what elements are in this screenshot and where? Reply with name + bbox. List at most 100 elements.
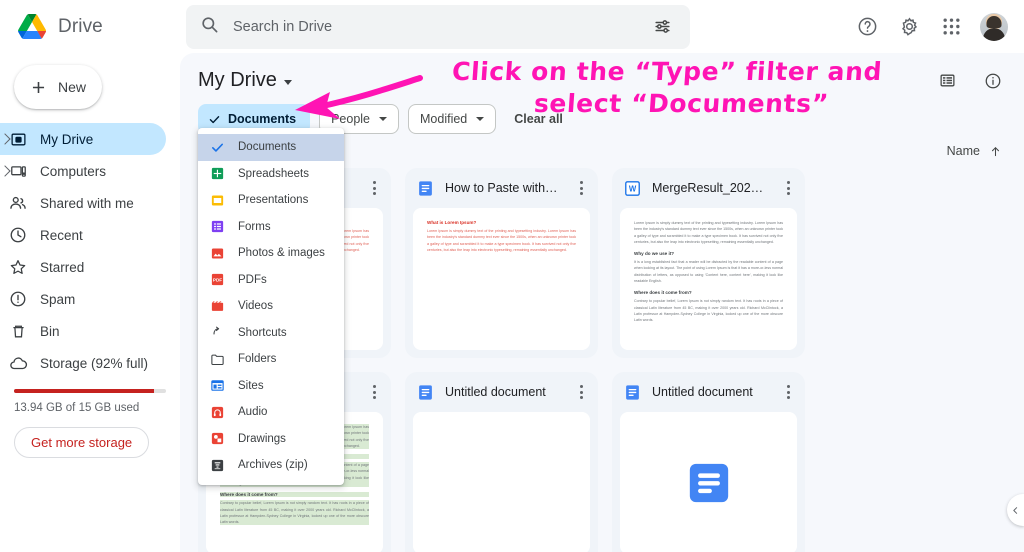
word-doc-icon: W: [625, 180, 640, 196]
type-menu-item-label: Drawings: [238, 432, 286, 445]
type-menu-item-label: Spreadsheets: [238, 167, 309, 180]
sidebar-item-recent[interactable]: Recent: [0, 219, 166, 251]
type-menu-item-label: Presentations: [238, 194, 309, 207]
sites-icon: [210, 378, 225, 393]
type-menu-item-label: Folders: [238, 353, 277, 366]
sidebar-item-label: My Drive: [40, 131, 94, 147]
file-card-thumbnail[interactable]: [413, 412, 590, 552]
file-card-thumbnail[interactable]: What is Lorem Ipsum? Lorem Ipsum is simpl…: [413, 208, 590, 350]
type-menu-item-sites[interactable]: Sites: [198, 373, 344, 400]
video-icon: [210, 299, 225, 314]
thumb-heading: What is Lorem Ipsum?: [427, 220, 477, 225]
sidebar-item-label: Storage (92% full): [40, 355, 149, 371]
storage-usage-text: 13.94 GB of 15 GB used: [14, 402, 140, 414]
file-card-header: Untitled document: [405, 372, 598, 412]
sidebar-item-storage[interactable]: Storage (92% full): [0, 347, 166, 379]
type-menu-item-label: Documents: [238, 141, 297, 154]
main-header-actions: [936, 70, 1004, 92]
apps-grid-icon[interactable]: [938, 14, 964, 40]
file-card-title: Untitled document: [652, 385, 753, 399]
type-menu-item-videos[interactable]: Videos: [198, 293, 344, 320]
breadcrumb[interactable]: My Drive: [198, 69, 292, 92]
filter-chip-modified[interactable]: Modified: [408, 104, 497, 134]
avatar[interactable]: [980, 12, 1008, 41]
type-menu-item-label: Forms: [238, 220, 271, 233]
thumb-heading: Why do we use it?: [634, 251, 675, 257]
new-button[interactable]: New: [14, 65, 102, 109]
thumb-body: Contrary to popular belief, Lorem Ipsum …: [220, 500, 369, 526]
type-menu-item-label: Videos: [238, 300, 273, 313]
settings-icon[interactable]: [896, 14, 922, 40]
type-menu-item-forms[interactable]: Forms: [198, 214, 344, 241]
sidebar-item-bin[interactable]: Bin: [0, 315, 166, 347]
type-menu-item-shortcuts[interactable]: Shortcuts: [198, 320, 344, 347]
recent-clock-icon: [8, 225, 28, 245]
large-google-docs-icon: [686, 460, 732, 506]
file-card[interactable]: W MergeResult_2023_07_... Lorem Ipsum is s…: [612, 168, 805, 358]
sidebar-item-label: Recent: [40, 227, 83, 243]
type-menu-item-pdfs[interactable]: PDF PDFs: [198, 267, 344, 294]
svg-text:W: W: [629, 184, 637, 193]
thumb-heading: Where does it come from?: [634, 290, 692, 296]
shared-with-me-icon: [8, 193, 28, 213]
breadcrumb-label: My Drive: [198, 69, 277, 91]
type-menu-item-label: Photos & images: [238, 247, 325, 260]
svg-text:PDF: PDF: [213, 278, 222, 283]
chevron-down-icon[interactable]: [283, 79, 292, 85]
type-menu-item-label: Archives (zip): [238, 459, 308, 472]
type-menu-item-folders[interactable]: Folders: [198, 346, 344, 373]
search-input[interactable]: [233, 18, 634, 35]
more-options-icon[interactable]: [363, 177, 385, 199]
file-card[interactable]: Untitled document: [405, 372, 598, 552]
type-menu-item-archives-zip[interactable]: Archives (zip): [198, 452, 344, 479]
arrow-up-icon[interactable]: [989, 145, 1002, 158]
type-menu-item-photos-images[interactable]: Photos & images: [198, 240, 344, 267]
file-card[interactable]: Untitled document: [612, 372, 805, 552]
file-card-thumbnail[interactable]: Lorem Ipsum is simply dummy text of the …: [620, 208, 797, 350]
sidebar-item-shared-with-me[interactable]: Shared with me: [0, 187, 166, 219]
brand-name: Drive: [58, 15, 103, 37]
type-menu-item-audio[interactable]: Audio: [198, 399, 344, 426]
type-menu-item-drawings[interactable]: Drawings: [198, 426, 344, 453]
sidebar-item-spam[interactable]: Spam: [0, 283, 166, 315]
google-drive-window: Drive Search in Drive New My Drive Compu…: [0, 0, 1024, 552]
get-more-storage-button[interactable]: Get more storage: [14, 427, 150, 458]
help-icon[interactable]: [854, 14, 880, 40]
cloud-storage-icon: [8, 353, 28, 373]
type-menu-item-spreadsheets[interactable]: Spreadsheets: [198, 161, 344, 188]
details-info-icon[interactable]: [982, 70, 1004, 92]
sidebar-item-label: Bin: [40, 323, 60, 339]
thumb-body: Lorem Ipsum is simply dummy text of the …: [634, 221, 783, 244]
more-options-icon[interactable]: [570, 381, 592, 403]
drive-brand[interactable]: Drive: [0, 14, 180, 39]
more-options-icon[interactable]: [570, 177, 592, 199]
file-card[interactable]: How to Paste with Form... What is Lorem I…: [405, 168, 598, 358]
type-menu-item-documents[interactable]: Documents: [198, 134, 344, 161]
more-options-icon[interactable]: [777, 177, 799, 199]
sidebar-item-starred[interactable]: Starred: [0, 251, 166, 283]
annotation-line-1: Click on the “Type” filter and: [451, 57, 884, 86]
thumb-body: Lorem Ipsum is simply dummy text of the …: [427, 229, 576, 252]
list-view-icon[interactable]: [936, 70, 958, 92]
google-docs-icon: [419, 180, 432, 196]
type-menu-item-label: PDFs: [238, 273, 267, 286]
tune-icon[interactable]: [648, 13, 676, 41]
type-menu-item-presentations[interactable]: Presentations: [198, 187, 344, 214]
file-card-title: MergeResult_2023_07_...: [652, 181, 766, 195]
sidebar: New My Drive Computers Shared with me Re…: [0, 53, 180, 552]
sidebar-item-computers[interactable]: Computers: [0, 155, 166, 187]
filter-chip-label: Documents: [228, 112, 297, 126]
drawings-icon: [210, 431, 225, 446]
storage-progress-bar: [14, 389, 166, 393]
search-bar[interactable]: [186, 4, 690, 49]
more-options-icon[interactable]: [363, 381, 385, 403]
sort-label: Name: [946, 144, 980, 158]
sidebar-item-label: Shared with me: [40, 195, 134, 211]
chevron-left-icon: [1013, 506, 1018, 514]
file-card-thumbnail[interactable]: [620, 412, 797, 552]
type-menu-item-label: Sites: [238, 379, 264, 392]
archive-icon: [210, 458, 225, 473]
more-options-icon[interactable]: [777, 381, 799, 403]
sidebar-item-my-drive[interactable]: My Drive: [0, 123, 166, 155]
file-card-header: Untitled document: [612, 372, 805, 412]
